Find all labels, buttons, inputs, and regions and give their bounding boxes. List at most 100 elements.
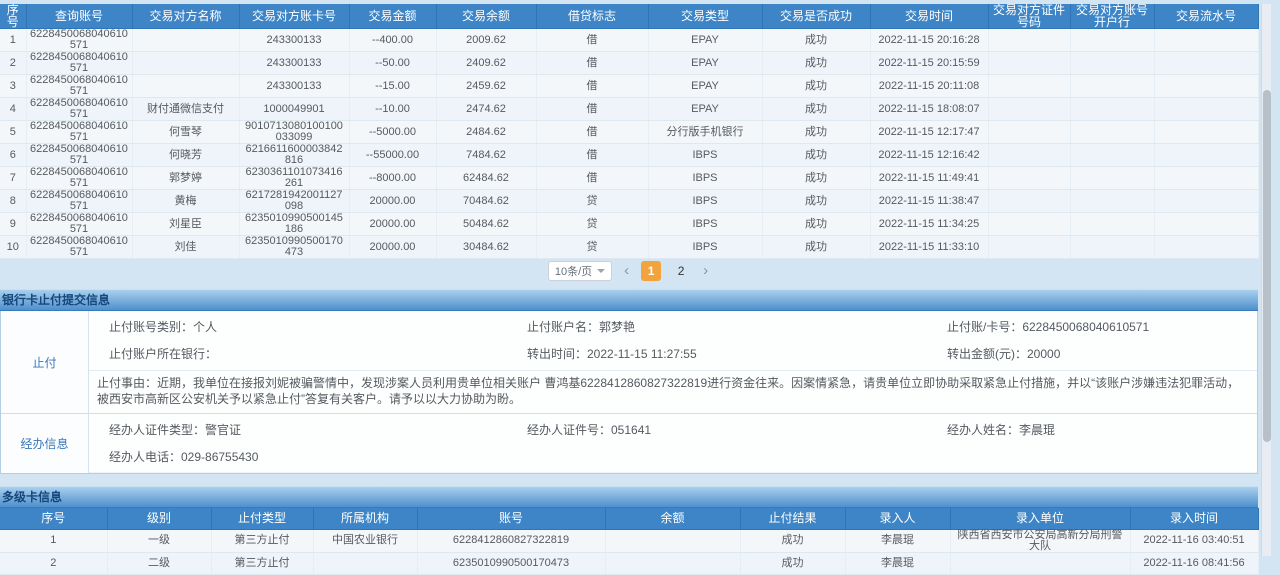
table-cell — [988, 236, 1070, 259]
field-handler-name: 经办人姓名：李晨琨 — [947, 419, 1257, 441]
field-card-number: 止付账/卡号：6228450068040610571 — [947, 316, 1257, 338]
table-cell: 2 — [0, 52, 26, 75]
column-header: 查询账号 — [26, 4, 132, 29]
table-cell: 贷 — [536, 190, 648, 213]
table-cell: 2 — [0, 552, 107, 574]
table-cell — [1070, 98, 1154, 121]
table-row: 56228450068040610571何雪琴90107130801001000… — [0, 121, 1258, 144]
column-header: 交易时间 — [870, 4, 988, 29]
table-cell: --400.00 — [349, 29, 436, 52]
table-cell — [988, 167, 1070, 190]
table-cell: 6228450068040610571 — [26, 52, 132, 75]
table-cell: 20000.00 — [349, 190, 436, 213]
table-cell: 6228450068040610571 — [26, 98, 132, 121]
table-cell: 4 — [0, 98, 26, 121]
table-cell: 62484.62 — [436, 167, 536, 190]
column-header: 余额 — [605, 508, 740, 529]
stop-payment-fields-line1: 止付账号类别：个人 止付账户名：郭梦艳 止付账/卡号：6228450068040… — [89, 311, 1257, 343]
table-cell — [1154, 144, 1258, 167]
table-cell: --55000.00 — [349, 144, 436, 167]
table-cell: 6228450068040610571 — [26, 144, 132, 167]
table-cell: 2022-11-15 18:08:07 — [870, 98, 988, 121]
vertical-scrollbar[interactable] — [1261, 4, 1271, 556]
table-cell: 借 — [536, 167, 648, 190]
table-cell: 243300133 — [239, 29, 349, 52]
table-cell: 成功 — [762, 167, 870, 190]
table-cell: 郭梦婷 — [132, 167, 239, 190]
multilevel-card-table: 序号级别止付类型所属机构账号余额止付结果录入人录入单位录入时间 1一级第三方止付… — [0, 508, 1259, 575]
column-header: 借贷标志 — [536, 4, 648, 29]
table-cell: 二级 — [107, 552, 211, 574]
table-cell: 成功 — [762, 190, 870, 213]
table-cell: 2022-11-15 12:16:42 — [870, 144, 988, 167]
table-cell — [1154, 121, 1258, 144]
transactions-table: 序号查询账号交易对方名称交易对方账卡号交易金额交易余额借贷标志交易类型交易是否成… — [0, 4, 1259, 259]
page-number-2[interactable]: 2 — [671, 261, 691, 281]
table-cell: 贷 — [536, 236, 648, 259]
table-cell: 30484.62 — [436, 236, 536, 259]
column-header: 录入人 — [845, 508, 950, 529]
table-cell: 6216611600003842816 — [239, 144, 349, 167]
prev-page-button[interactable]: ‹ — [622, 261, 631, 281]
column-header: 交易余额 — [436, 4, 536, 29]
table-cell: 成功 — [762, 52, 870, 75]
vertical-scrollbar-thumb[interactable] — [1263, 90, 1271, 442]
table-cell: 6228450068040610571 — [26, 213, 132, 236]
table-cell: 借 — [536, 121, 648, 144]
page-size-select[interactable]: 10条/页 — [548, 261, 612, 281]
table-cell: 8 — [0, 190, 26, 213]
table-cell: 借 — [536, 98, 648, 121]
handler-fields-line2: 经办人电话：029-86755430 — [89, 446, 1257, 473]
table-cell: 成功 — [740, 552, 845, 574]
pagination: 10条/页 ‹ 1 2 › — [0, 259, 1258, 283]
table-row: 86228450068040610571黄梅621728194200112709… — [0, 190, 1258, 213]
table-cell: 成功 — [762, 98, 870, 121]
table-cell: 2022-11-15 20:11:08 — [870, 75, 988, 98]
table-cell: 成功 — [762, 236, 870, 259]
table-cell: 6228450068040610571 — [26, 236, 132, 259]
table-cell: 3 — [0, 75, 26, 98]
table-cell — [988, 213, 1070, 236]
table-cell: 6228450068040610571 — [26, 190, 132, 213]
table-cell — [988, 52, 1070, 75]
stop-payment-reason: 止付事由：近期，我单位在接报刘妮被骗警情中，发现涉案人员利用贵单位相关账户 曹鸿… — [97, 375, 1249, 407]
table-cell: EPAY — [648, 98, 762, 121]
next-page-button[interactable]: › — [701, 261, 710, 281]
table-cell — [988, 29, 1070, 52]
table-cell: 成功 — [762, 144, 870, 167]
stop-payment-fields-line2: 止付账户所在银行： 转出时间：2022-11-15 11:27:55 转出金额(… — [89, 343, 1257, 370]
column-header: 止付类型 — [211, 508, 313, 529]
table-cell: 2459.62 — [436, 75, 536, 98]
page-number-1[interactable]: 1 — [641, 261, 661, 281]
table-cell — [605, 552, 740, 574]
table-cell: 一级 — [107, 529, 211, 552]
table-cell: 2022-11-16 08:41:56 — [1130, 552, 1258, 574]
table-row: 46228450068040610571财付通微信支付1000049901--1… — [0, 98, 1258, 121]
table-cell: 借 — [536, 144, 648, 167]
table-cell: 成功 — [740, 529, 845, 552]
table-cell — [1154, 236, 1258, 259]
table-cell: 6217281942001127098 — [239, 190, 349, 213]
multilevel-header-row: 序号级别止付类型所属机构账号余额止付结果录入人录入单位录入时间 — [0, 508, 1258, 529]
table-cell: 9010713080100100033099 — [239, 121, 349, 144]
table-cell: 243300133 — [239, 75, 349, 98]
table-row: 106228450068040610571刘佳62350109905001704… — [0, 236, 1258, 259]
table-cell: 借 — [536, 29, 648, 52]
table-cell — [1070, 75, 1154, 98]
table-cell: 成功 — [762, 29, 870, 52]
column-header: 交易金额 — [349, 4, 436, 29]
table-cell — [1070, 213, 1154, 236]
stop-payment-section-title: 银行卡止付提交信息 — [0, 289, 1258, 311]
table-cell — [988, 75, 1070, 98]
table-cell: 6235010990500145186 — [239, 213, 349, 236]
table-row: 66228450068040610571何晓芳62166116000038428… — [0, 144, 1258, 167]
table-cell: 2022-11-15 20:16:28 — [870, 29, 988, 52]
table-cell: 刘星臣 — [132, 213, 239, 236]
table-cell — [132, 29, 239, 52]
column-header: 序号 — [0, 4, 26, 29]
table-cell: 20000.00 — [349, 213, 436, 236]
table-cell: 李晨琨 — [845, 529, 950, 552]
column-header: 交易流水号 — [1154, 4, 1258, 29]
table-cell: 70484.62 — [436, 190, 536, 213]
table-cell: 第三方止付 — [211, 552, 313, 574]
